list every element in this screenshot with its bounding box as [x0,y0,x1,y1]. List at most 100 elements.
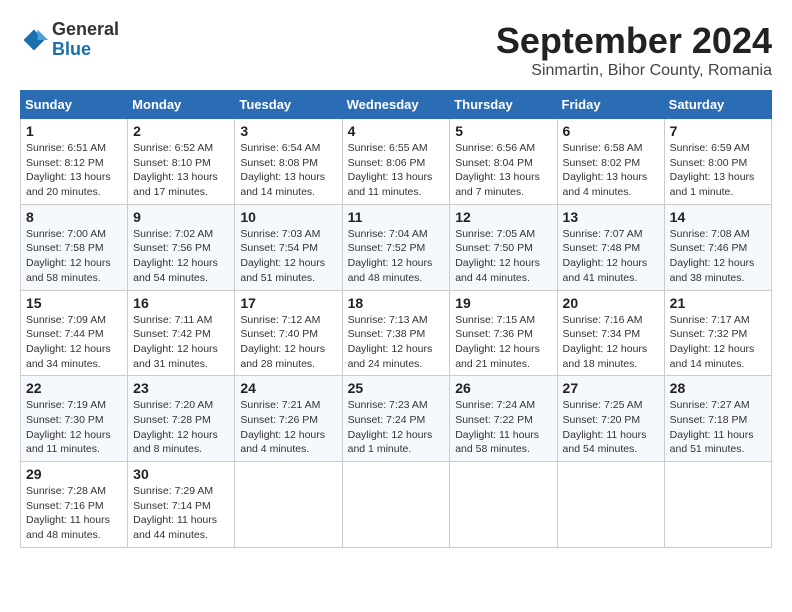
calendar-day-cell: 20Sunrise: 7:16 AMSunset: 7:34 PMDayligh… [557,290,664,376]
day-info: Sunrise: 7:16 AMSunset: 7:34 PMDaylight:… [563,313,659,372]
day-number: 7 [670,123,766,139]
day-info: Sunrise: 7:21 AMSunset: 7:26 PMDaylight:… [240,398,336,457]
day-number: 26 [455,380,551,396]
day-number: 22 [26,380,122,396]
calendar-day-cell: 10Sunrise: 7:03 AMSunset: 7:54 PMDayligh… [235,204,342,290]
calendar-week-row: 15 Sunrise: 7:09 AMSunset: 7:44 PMDayligh… [21,290,772,376]
calendar-day-cell: 27 Sunrise: 7:25 AMSunset: 7:20 PMDayligh… [557,376,664,462]
calendar-day-cell: 21 Sunrise: 7:17 AMSunset: 7:32 PMDayligh… [664,290,771,376]
calendar-day-cell [450,462,557,548]
calendar-day-cell: 19Sunrise: 7:15 AMSunset: 7:36 PMDayligh… [450,290,557,376]
day-number: 2 [133,123,229,139]
calendar-weekday-header: Wednesday [342,91,450,119]
calendar-day-cell: 16 Sunrise: 7:11 AMSunset: 7:42 PMDayligh… [128,290,235,376]
calendar-weekday-header: Sunday [21,91,128,119]
day-number: 1 [26,123,122,139]
logo-text: General Blue [52,20,119,60]
title-block: September 2024 Sinmartin, Bihor County, … [496,20,772,80]
page-header: General Blue September 2024 Sinmartin, B… [20,20,772,80]
calendar-body: 1 Sunrise: 6:51 AMSunset: 8:12 PMDaylight… [21,119,772,548]
day-number: 13 [563,209,659,225]
day-info: Sunrise: 6:59 AMSunset: 8:00 PMDaylight:… [670,141,766,200]
calendar-table: SundayMondayTuesdayWednesdayThursdayFrid… [20,90,772,548]
day-number: 16 [133,295,229,311]
calendar-day-cell: 12Sunrise: 7:05 AMSunset: 7:50 PMDayligh… [450,204,557,290]
calendar-day-cell: 22 Sunrise: 7:19 AMSunset: 7:30 PMDayligh… [21,376,128,462]
calendar-day-cell: 13 Sunrise: 7:07 AMSunset: 7:48 PMDayligh… [557,204,664,290]
day-info: Sunrise: 7:02 AMSunset: 7:56 PMDaylight:… [133,227,229,286]
day-info: Sunrise: 7:20 AMSunset: 7:28 PMDaylight:… [133,398,229,457]
calendar-header-row: SundayMondayTuesdayWednesdayThursdayFrid… [21,91,772,119]
day-info: Sunrise: 6:52 AMSunset: 8:10 PMDaylight:… [133,141,229,200]
day-number: 25 [348,380,445,396]
day-number: 11 [348,209,445,225]
calendar-day-cell: 23Sunrise: 7:20 AMSunset: 7:28 PMDayligh… [128,376,235,462]
calendar-weekday-header: Friday [557,91,664,119]
calendar-day-cell [664,462,771,548]
day-number: 21 [670,295,766,311]
day-info: Sunrise: 7:24 AMSunset: 7:22 PMDaylight:… [455,398,551,457]
day-info: Sunrise: 7:07 AMSunset: 7:48 PMDaylight:… [563,227,659,286]
calendar-weekday-header: Tuesday [235,91,342,119]
calendar-day-cell: 3Sunrise: 6:54 AMSunset: 8:08 PMDaylight… [235,119,342,205]
calendar-day-cell: 5 Sunrise: 6:56 AMSunset: 8:04 PMDaylight… [450,119,557,205]
day-info: Sunrise: 7:23 AMSunset: 7:24 PMDaylight:… [348,398,445,457]
calendar-weekday-header: Thursday [450,91,557,119]
calendar-day-cell: 28Sunrise: 7:27 AMSunset: 7:18 PMDayligh… [664,376,771,462]
day-number: 8 [26,209,122,225]
calendar-day-cell: 8 Sunrise: 7:00 AMSunset: 7:58 PMDaylight… [21,204,128,290]
calendar-day-cell [557,462,664,548]
calendar-day-cell: 18Sunrise: 7:13 AMSunset: 7:38 PMDayligh… [342,290,450,376]
calendar-day-cell: 17Sunrise: 7:12 AMSunset: 7:40 PMDayligh… [235,290,342,376]
day-number: 28 [670,380,766,396]
calendar-day-cell: 29 Sunrise: 7:28 AMSunset: 7:16 PMDayligh… [21,462,128,548]
day-info: Sunrise: 6:58 AMSunset: 8:02 PMDaylight:… [563,141,659,200]
calendar-weekday-header: Saturday [664,91,771,119]
day-info: Sunrise: 7:29 AMSunset: 7:14 PMDaylight:… [133,484,229,543]
logo-blue-text: Blue [52,39,91,59]
day-number: 4 [348,123,445,139]
calendar-day-cell: 15 Sunrise: 7:09 AMSunset: 7:44 PMDayligh… [21,290,128,376]
calendar-week-row: 1 Sunrise: 6:51 AMSunset: 8:12 PMDaylight… [21,119,772,205]
logo-general-text: General [52,19,119,39]
day-number: 27 [563,380,659,396]
calendar-day-cell: 14Sunrise: 7:08 AMSunset: 7:46 PMDayligh… [664,204,771,290]
day-number: 5 [455,123,551,139]
calendar-week-row: 29 Sunrise: 7:28 AMSunset: 7:16 PMDayligh… [21,462,772,548]
day-info: Sunrise: 7:19 AMSunset: 7:30 PMDaylight:… [26,398,122,457]
day-info: Sunrise: 7:15 AMSunset: 7:36 PMDaylight:… [455,313,551,372]
day-info: Sunrise: 7:28 AMSunset: 7:16 PMDaylight:… [26,484,122,543]
day-number: 24 [240,380,336,396]
location-subtitle: Sinmartin, Bihor County, Romania [496,62,772,80]
logo: General Blue [20,20,119,60]
month-title: September 2024 [496,20,772,62]
calendar-day-cell: 11Sunrise: 7:04 AMSunset: 7:52 PMDayligh… [342,204,450,290]
day-info: Sunrise: 7:17 AMSunset: 7:32 PMDaylight:… [670,313,766,372]
day-info: Sunrise: 7:09 AMSunset: 7:44 PMDaylight:… [26,313,122,372]
day-number: 30 [133,466,229,482]
calendar-day-cell: 7 Sunrise: 6:59 AMSunset: 8:00 PMDaylight… [664,119,771,205]
day-number: 18 [348,295,445,311]
calendar-day-cell: 30 Sunrise: 7:29 AMSunset: 7:14 PMDayligh… [128,462,235,548]
day-number: 29 [26,466,122,482]
day-number: 15 [26,295,122,311]
day-info: Sunrise: 7:03 AMSunset: 7:54 PMDaylight:… [240,227,336,286]
calendar-day-cell: 6Sunrise: 6:58 AMSunset: 8:02 PMDaylight… [557,119,664,205]
day-info: Sunrise: 7:08 AMSunset: 7:46 PMDaylight:… [670,227,766,286]
day-number: 3 [240,123,336,139]
calendar-day-cell: 2 Sunrise: 6:52 AMSunset: 8:10 PMDaylight… [128,119,235,205]
day-number: 9 [133,209,229,225]
day-info: Sunrise: 6:51 AMSunset: 8:12 PMDaylight:… [26,141,122,200]
calendar-day-cell: 1 Sunrise: 6:51 AMSunset: 8:12 PMDaylight… [21,119,128,205]
calendar-day-cell: 26 Sunrise: 7:24 AMSunset: 7:22 PMDayligh… [450,376,557,462]
calendar-day-cell: 25 Sunrise: 7:23 AMSunset: 7:24 PMDayligh… [342,376,450,462]
day-info: Sunrise: 7:25 AMSunset: 7:20 PMDaylight:… [563,398,659,457]
calendar-day-cell: 4Sunrise: 6:55 AMSunset: 8:06 PMDaylight… [342,119,450,205]
calendar-week-row: 22 Sunrise: 7:19 AMSunset: 7:30 PMDayligh… [21,376,772,462]
day-number: 17 [240,295,336,311]
calendar-weekday-header: Monday [128,91,235,119]
day-info: Sunrise: 7:11 AMSunset: 7:42 PMDaylight:… [133,313,229,372]
day-info: Sunrise: 6:56 AMSunset: 8:04 PMDaylight:… [455,141,551,200]
day-number: 12 [455,209,551,225]
day-info: Sunrise: 7:00 AMSunset: 7:58 PMDaylight:… [26,227,122,286]
